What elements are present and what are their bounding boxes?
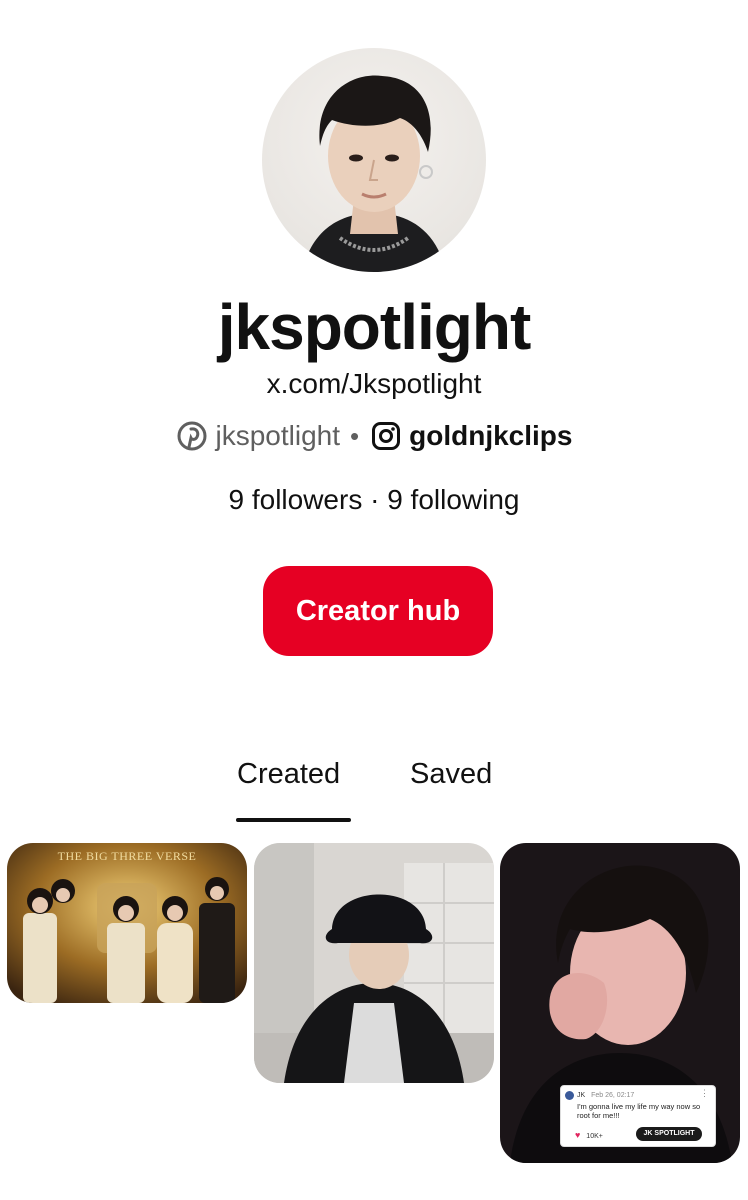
profile-website-link[interactable]: x.com/Jkspotlight bbox=[0, 368, 748, 400]
tab-saved[interactable]: Saved bbox=[410, 758, 492, 791]
social-links: jkspotlight • goldnjkclips bbox=[0, 416, 748, 456]
pin-card[interactable]: ⋮ JK Feb 26, 02:17 I'm gonna live my lif… bbox=[500, 843, 740, 1163]
instagram-handle-link[interactable]: goldnjkclips bbox=[409, 420, 572, 452]
comment-header: JK Feb 26, 02:17 bbox=[577, 1092, 634, 1099]
likes-count: 10K+ bbox=[586, 1133, 603, 1140]
profile-avatar[interactable] bbox=[262, 48, 486, 272]
pinterest-handle-link[interactable]: jkspotlight bbox=[216, 420, 341, 452]
watermark-badge: JK SPOTLIGHT bbox=[636, 1127, 702, 1141]
pin-card[interactable]: THE BIG THREE VERSE bbox=[7, 843, 247, 1003]
separator-dot: • bbox=[350, 420, 360, 451]
follow-stats[interactable]: 9 followers · 9 following bbox=[0, 484, 748, 516]
pin-card[interactable] bbox=[254, 843, 494, 1083]
comment-likes: ♥ 10K+ bbox=[575, 1130, 603, 1140]
commenter-avatar bbox=[565, 1091, 574, 1100]
pinterest-logo-icon bbox=[176, 420, 208, 452]
comment-author: JK bbox=[577, 1092, 586, 1099]
profile-tabs: Created Saved bbox=[0, 758, 748, 828]
creator-hub-button[interactable]: Creator hub bbox=[263, 566, 493, 656]
heart-icon: ♥ bbox=[575, 1130, 581, 1140]
comment-text: I'm gonna live my life my way now so roo… bbox=[577, 1102, 701, 1120]
tab-created[interactable]: Created bbox=[237, 758, 340, 791]
active-tab-indicator bbox=[236, 818, 351, 822]
comment-date: Feb 26, 02:17 bbox=[591, 1092, 635, 1099]
profile-username: jkspotlight bbox=[217, 291, 532, 363]
more-options-icon: ⋮ bbox=[700, 1088, 709, 1098]
instagram-logo-icon bbox=[371, 421, 401, 451]
pin-title-text: THE BIG THREE VERSE bbox=[57, 849, 197, 863]
